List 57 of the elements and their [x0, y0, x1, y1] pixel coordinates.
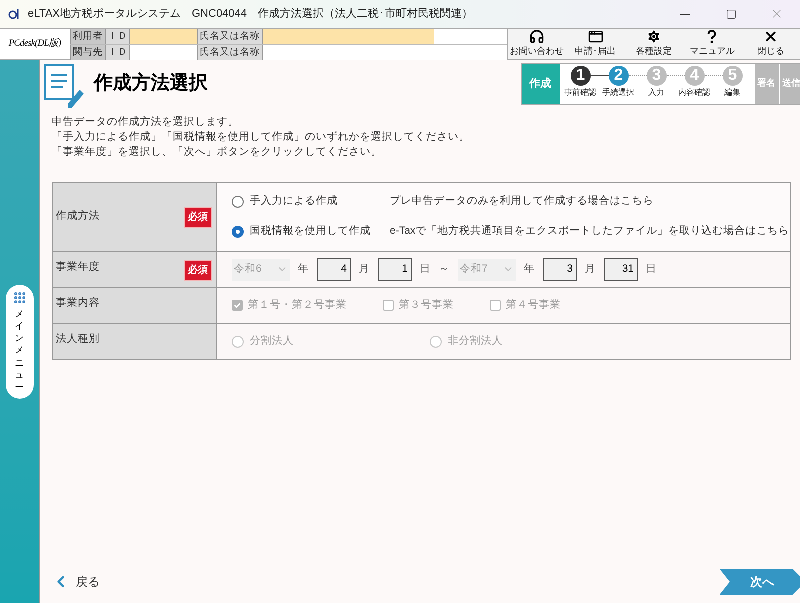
- header-label: 氏名又は名称: [198, 45, 263, 60]
- radio-label: 分割法人: [250, 334, 294, 349]
- unit-label: 年: [524, 262, 535, 277]
- field-label: 事業内容: [56, 296, 100, 311]
- step-label: 事前確認: [564, 87, 597, 99]
- step-label: 入力: [648, 87, 665, 99]
- back-button[interactable]: 戻る: [52, 573, 100, 591]
- toolbar-button[interactable]: 各種設定: [624, 29, 684, 59]
- step-number: 3: [646, 66, 667, 86]
- maximize-icon: [726, 8, 736, 20]
- unit-label: 月: [585, 262, 596, 277]
- header-label: 利用者: [70, 29, 106, 44]
- instruction-text: 申告データの作成方法を選択します。: [52, 115, 240, 130]
- required-badge: 必須: [184, 206, 212, 228]
- required-badge: 必須: [184, 260, 212, 281]
- checkbox-label: 第１号・第２号事業: [248, 298, 347, 313]
- product-logo: PCdesk(DL版): [0, 29, 70, 59]
- checkbox-label: 第４号事業: [506, 298, 561, 313]
- step-label: 内容確認: [678, 87, 711, 99]
- toolbar-button[interactable]: 閉じる: [742, 29, 800, 59]
- range-separator: ～: [439, 262, 450, 277]
- unit-label: 日: [420, 262, 431, 277]
- checkbox-label: 第３号事業: [399, 298, 454, 313]
- step-number: 5: [722, 66, 743, 86]
- header-label: 氏名又は名称: [198, 29, 263, 44]
- header-label: 関与先: [70, 45, 106, 60]
- radio-button[interactable]: [232, 226, 244, 238]
- grid-icon: [12, 291, 26, 305]
- field-label: 法人種別: [56, 332, 100, 347]
- unit-label: 月: [359, 262, 370, 277]
- window-title: eLTAX地方税ポータルシステム GNC04044 作成方法選択（法人二税･市町村民税関連）: [28, 6, 474, 22]
- step-label: 手続選択: [602, 87, 635, 99]
- field-label: 作成方法: [56, 209, 100, 224]
- unit-label: 年: [298, 262, 309, 277]
- radio-button[interactable]: [232, 196, 244, 208]
- toolbar-button[interactable]: 申請･届出: [566, 29, 625, 59]
- radio-label: 手入力による作成: [250, 194, 338, 210]
- option-description: e-Taxで「地方税共通項目をエクスポートしたファイル」を取り込む場合はこちら: [390, 224, 790, 239]
- step-number: 2: [608, 66, 629, 86]
- step-number: 4: [684, 66, 705, 86]
- toolbar-button[interactable]: マニュアル: [683, 29, 742, 59]
- app-logo-icon: [8, 8, 22, 20]
- header-label: ＩＤ: [106, 29, 130, 44]
- main-menu-button[interactable]: メインメニュー: [6, 285, 34, 399]
- radio-label: 非分割法人: [448, 334, 503, 349]
- check-icon: [233, 301, 242, 310]
- step-label: 編集: [724, 87, 741, 99]
- step-number: 1: [570, 66, 591, 86]
- header-label: ＩＤ: [106, 45, 130, 60]
- toolbar-button[interactable]: お問い合わせ: [508, 29, 566, 59]
- field-label: 事業年度: [56, 260, 100, 275]
- instruction-text: 「手入力による作成」「国税情報を使用して作成」のいずれかを選択してください。: [52, 130, 471, 145]
- page-title: 作成方法選択: [94, 72, 208, 96]
- radio-label: 国税情報を使用して作成: [250, 224, 371, 239]
- unit-label: 日: [646, 262, 657, 277]
- instruction-text: 「事業年度」を選択し、「次へ」ボタンをクリックしてください。: [52, 145, 383, 160]
- option-description: プレ申告データのみを利用して作成する場合はこちら: [390, 194, 654, 210]
